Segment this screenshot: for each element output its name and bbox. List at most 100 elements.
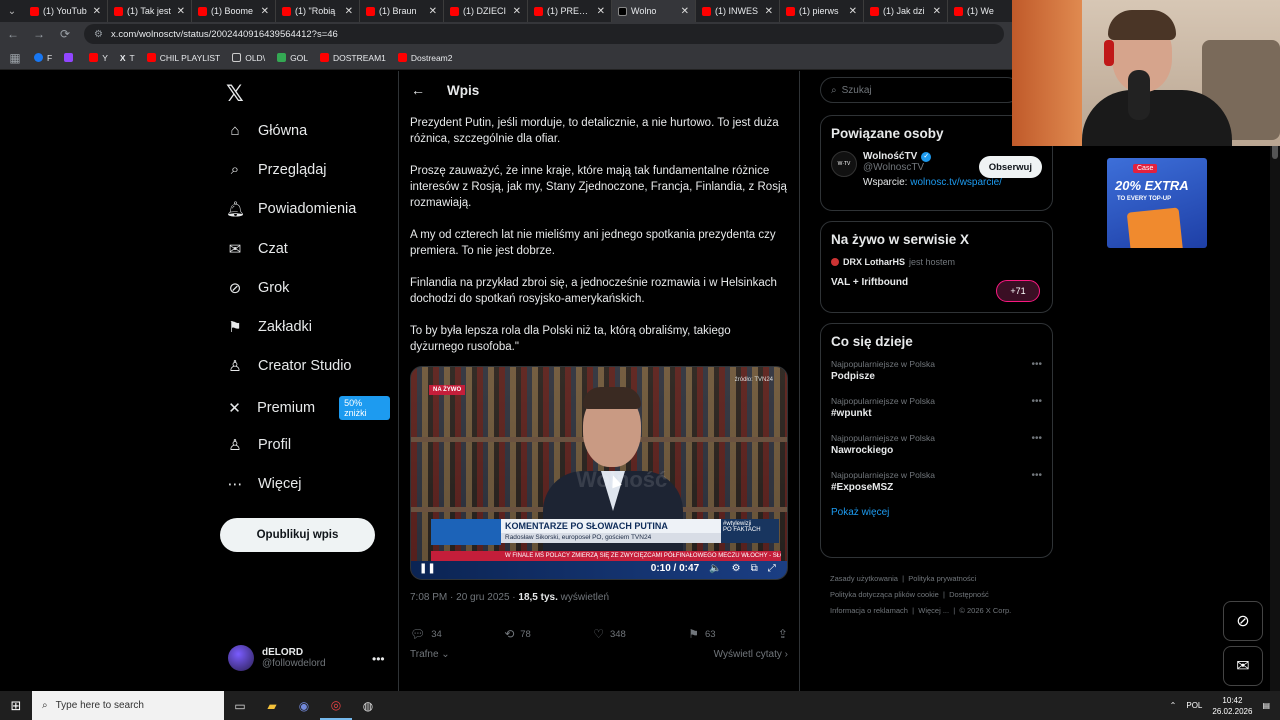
more-icon[interactable]: ••• (1031, 396, 1042, 407)
reload-icon[interactable]: ⟳ (58, 27, 72, 41)
show-more-link[interactable]: Pokaż więcej (831, 507, 1042, 518)
volume-icon[interactable]: 🔈 (709, 563, 721, 574)
close-icon[interactable]: ✕ (765, 6, 773, 17)
tray-chevron-icon[interactable]: ⌃ (1170, 701, 1177, 710)
trend-item[interactable]: Najpopularniejsze w Polska #ExposeMSZ ••• (831, 470, 1042, 493)
close-icon[interactable]: ✕ (849, 6, 857, 17)
bookmark-button[interactable]: ⚑ 63 (688, 627, 715, 641)
share-button[interactable]: ⇪ (778, 627, 788, 641)
nav-item-czat[interactable]: ✉ Czat (226, 240, 288, 258)
nav-item-więcej[interactable]: ⋯ Więcej (226, 475, 302, 493)
browser-tab[interactable]: (1) "Robią ✕ (276, 0, 360, 22)
browser-tab[interactable]: Wolno ✕ (612, 0, 696, 22)
address-bar[interactable]: ⚙ x.com/wolnosctv/status/200244091643956… (84, 24, 1004, 44)
footer-link[interactable]: Więcej ... (918, 606, 949, 615)
support-link[interactable]: wolnosc.tv/wsparcie/ (910, 177, 1002, 188)
publish-post-button[interactable]: Opublikuj wpis (220, 518, 375, 552)
task-view-icon[interactable]: ▭ (224, 691, 256, 720)
taskbar-search-input[interactable]: ⌕ Type here to search (32, 691, 224, 720)
settings-icon[interactable]: ⚙ (732, 563, 741, 574)
pip-icon[interactable]: ⧉ (751, 563, 758, 574)
footer-link[interactable]: Zasady użytkowania (830, 574, 898, 583)
view-quotes-link[interactable]: Wyświetl cytaty › (714, 649, 788, 660)
nav-item-creator-studio[interactable]: ♙ Creator Studio (226, 357, 351, 375)
apps-grid-icon[interactable]: ▦ (8, 51, 22, 65)
browser-tab[interactable]: (1) pierws ✕ (780, 0, 864, 22)
footer-link[interactable]: Informacja o reklamach (830, 606, 908, 615)
bookmark-gol[interactable]: GOL (277, 53, 308, 63)
post-timestamp[interactable]: 7:08 PM · 20 gru 2025 · (410, 592, 518, 603)
close-icon[interactable]: ✕ (513, 6, 521, 17)
trend-item[interactable]: Najpopularniejsze w Polska #wpunkt ••• (831, 396, 1042, 419)
footer-link[interactable]: Polityka dotycząca plików cookie (830, 590, 939, 599)
ad-banner[interactable]: Case 20% EXTRA TO EVERY TOP-UP (1107, 158, 1207, 248)
file-explorer-icon[interactable]: ▰ (256, 691, 288, 720)
live-listener-count[interactable]: +71 (996, 280, 1040, 302)
browser-tab[interactable]: (1) Tak jest ✕ (108, 0, 192, 22)
messages-button[interactable]: ✉ (1223, 646, 1263, 686)
more-icon[interactable]: ••• (1031, 470, 1042, 481)
fullscreen-icon[interactable]: ⤢ (768, 563, 776, 574)
trend-item[interactable]: Najpopularniejsze w Polska Podpisze ••• (831, 359, 1042, 382)
nav-item-grok[interactable]: ⊘ Grok (226, 279, 290, 297)
account-more-icon[interactable]: ••• (372, 652, 385, 666)
bookmark-folder-old[interactable]: OLD\ (232, 53, 265, 63)
trend-item[interactable]: Najpopularniejsze w Polska Nawrockiego ••• (831, 433, 1042, 456)
clock[interactable]: 10:42 26.02.2026 (1212, 695, 1252, 717)
browser-tab[interactable]: (1) YouTub ✕ (24, 0, 108, 22)
nav-item-powiadomienia[interactable]: 🔔︎ Powiadomienia (226, 200, 356, 218)
bookmark-y[interactable]: Y (89, 53, 108, 63)
footer-link[interactable]: Polityka prywatności (908, 574, 976, 583)
notifications-icon[interactable]: ▤ (1262, 701, 1270, 710)
browser-tab[interactable]: (1) DZIECI ✕ (444, 0, 528, 22)
close-icon[interactable]: ✕ (597, 6, 605, 17)
close-icon[interactable]: ✕ (933, 6, 941, 17)
more-icon[interactable]: ••• (1031, 433, 1042, 444)
sort-dropdown[interactable]: Trafne ⌄ (410, 649, 450, 660)
repost-button[interactable]: ⟲ 78 (504, 627, 531, 641)
browser-tab[interactable]: (1) Boome ✕ (192, 0, 276, 22)
nav-item-przeglądaj[interactable]: ⌕ Przeglądaj (226, 161, 327, 178)
close-icon[interactable]: ✕ (177, 6, 185, 17)
tab-search-icon[interactable]: ⌄ (0, 0, 24, 22)
discord-icon[interactable]: ◉ (288, 691, 320, 720)
more-icon[interactable]: ••• (1031, 359, 1042, 370)
close-icon[interactable]: ✕ (681, 6, 689, 17)
bookmark-dostream2[interactable]: Dostream2 (397, 53, 453, 63)
pause-icon[interactable]: ❚❚ (419, 563, 436, 574)
windows-start-icon[interactable]: ⊞ (0, 698, 32, 714)
close-icon[interactable]: ✕ (429, 6, 437, 17)
site-settings-icon[interactable]: ⚙ (94, 29, 103, 40)
browser-tab[interactable]: (1) Jak dzi ✕ (864, 0, 948, 22)
chrome-icon[interactable]: ◎ (320, 691, 352, 720)
nav-item-profil[interactable]: ♙ Profil (226, 436, 291, 454)
follow-button[interactable]: Obserwuj (978, 156, 1042, 178)
back-arrow-icon[interactable]: ← (6, 27, 20, 41)
browser-tab[interactable]: (1) INWES ✕ (696, 0, 780, 22)
nav-item-zakładki[interactable]: ⚑ Zakładki (226, 318, 312, 336)
bookmark-t[interactable]: XT (120, 53, 135, 63)
bookmark-twitch[interactable] (64, 53, 77, 62)
obs-icon[interactable]: ◍ (352, 691, 384, 720)
bookmark-chil-playlist[interactable]: CHIL PLAYLIST (146, 53, 220, 63)
browser-tab[interactable]: (1) PREZEN ✕ (528, 0, 612, 22)
nav-item-główna[interactable]: ⌂ Główna (226, 122, 307, 139)
page-scrollbar[interactable] (1270, 71, 1280, 691)
bookmark-f[interactable]: F (34, 53, 52, 63)
close-icon[interactable]: ✕ (93, 6, 101, 17)
video-player[interactable]: NA ŻYWO źródło: TVN24 Wolność KOMENTARZE… (410, 366, 788, 580)
live-host[interactable]: DRX LotharHS jest hostem (831, 257, 1042, 267)
x-logo-icon[interactable]: 𝕏 (226, 81, 244, 107)
grok-button[interactable]: ⊘ (1223, 601, 1263, 641)
reply-button[interactable]: 💬︎ 34 (410, 627, 442, 641)
footer-link[interactable]: Dostępność (949, 590, 989, 599)
search-input[interactable]: ⌕ Szukaj (820, 77, 1020, 103)
language-indicator[interactable]: POL (1186, 701, 1202, 710)
nav-item-premium[interactable]: ✕ Premium 50% zniżki (226, 396, 390, 421)
like-button[interactable]: ♡ 348 (593, 627, 626, 641)
back-arrow-icon[interactable]: ← (411, 82, 425, 98)
browser-tab[interactable]: (1) Braun ✕ (360, 0, 444, 22)
close-icon[interactable]: ✕ (345, 6, 353, 17)
forward-arrow-icon[interactable]: → (32, 27, 46, 41)
bookmark-dostream1[interactable]: DOSTREAM1 (320, 53, 386, 63)
